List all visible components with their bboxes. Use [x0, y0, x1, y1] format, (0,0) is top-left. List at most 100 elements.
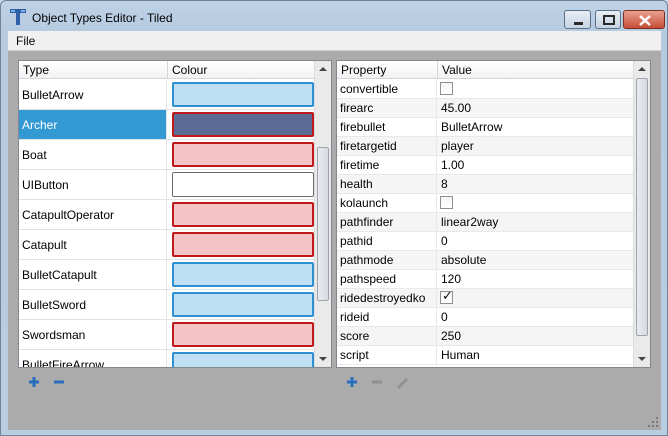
type-name[interactable]: BulletCatapult [19, 260, 167, 289]
property-name: kolaunch [337, 194, 437, 212]
type-row[interactable]: Archer [19, 110, 315, 140]
property-value[interactable]: absolute [438, 251, 635, 269]
type-row[interactable]: BulletSword [19, 290, 315, 320]
type-row[interactable]: BulletFireArrow [19, 350, 315, 367]
property-name: firetargetid [337, 137, 437, 155]
property-row[interactable]: pathid 0 [337, 232, 635, 251]
property-name: convertible [337, 80, 437, 98]
property-row[interactable]: firetargetid player [337, 137, 635, 156]
colour-swatch-button[interactable] [172, 172, 314, 197]
property-value-checkbox[interactable] [440, 289, 453, 304]
colour-swatch-button[interactable] [172, 352, 314, 367]
colour-swatch-button[interactable] [172, 142, 314, 167]
property-value[interactable]: 120 [438, 270, 635, 288]
menu-bar: File [8, 31, 661, 51]
type-row[interactable]: BulletArrow [19, 80, 315, 110]
property-row[interactable]: firebullet BulletArrow [337, 118, 635, 137]
colour-swatch-button[interactable] [172, 232, 314, 257]
property-name: firearc [337, 99, 437, 117]
properties-vertical-scrollbar[interactable] [633, 61, 650, 367]
colour-swatch-button[interactable] [172, 292, 314, 317]
property-value[interactable]: 45.00 [438, 99, 635, 117]
property-name: pathid [337, 232, 437, 250]
type-row[interactable]: Catapult [19, 230, 315, 260]
property-value[interactable]: 250 [438, 327, 635, 345]
close-button[interactable] [623, 10, 665, 29]
colour-swatch-button[interactable] [172, 112, 314, 137]
window-title: Object Types Editor - Tiled [32, 11, 173, 25]
type-name[interactable]: Boat [19, 140, 167, 169]
property-name: pathmode [337, 251, 437, 269]
colour-swatch-button[interactable] [172, 202, 314, 227]
type-name[interactable]: Archer [19, 110, 167, 139]
property-row[interactable]: script Human [337, 346, 635, 365]
property-row[interactable]: rideid 0 [337, 308, 635, 327]
properties-scroll-thumb[interactable] [636, 78, 648, 336]
remove-type-button[interactable] [51, 374, 67, 390]
property-value[interactable]: BulletArrow [438, 118, 635, 136]
maximize-icon [603, 15, 615, 25]
rename-property-button [397, 378, 408, 389]
maximize-button[interactable] [595, 10, 621, 29]
type-row[interactable]: UIButton [19, 170, 315, 200]
minimize-icon [574, 22, 583, 25]
colour-swatch-button[interactable] [172, 82, 314, 107]
property-row[interactable]: kolaunch [337, 194, 635, 213]
scroll-up-icon[interactable] [634, 61, 650, 77]
colour-column-header[interactable]: Colour [168, 61, 315, 79]
type-row[interactable]: BulletCatapult [19, 260, 315, 290]
type-row[interactable]: Boat [19, 140, 315, 170]
property-value[interactable]: Human [438, 346, 635, 364]
type-name[interactable]: Swordsman [19, 320, 167, 349]
property-row[interactable]: ridedestroyedko [337, 289, 635, 308]
menu-file[interactable]: File [16, 34, 35, 48]
property-name: score [337, 327, 437, 345]
scroll-down-icon[interactable] [315, 351, 331, 367]
colour-swatch-button[interactable] [172, 262, 314, 287]
types-table-header: Type Colour [19, 61, 315, 79]
colour-swatch-button[interactable] [172, 322, 314, 347]
property-value-checkbox[interactable] [440, 196, 453, 209]
type-name[interactable]: UIButton [19, 170, 167, 199]
types-scroll-thumb[interactable] [317, 147, 329, 301]
add-type-button[interactable] [26, 374, 42, 390]
property-value[interactable]: 8 [438, 175, 635, 193]
property-value[interactable]: player [438, 137, 635, 155]
property-value[interactable]: 1.00 [438, 156, 635, 174]
types-vertical-scrollbar[interactable] [314, 61, 331, 367]
scroll-down-icon[interactable] [634, 351, 650, 367]
property-value[interactable]: 0 [438, 308, 635, 326]
type-name[interactable]: BulletFireArrow [19, 350, 167, 367]
property-value[interactable]: 0 [438, 232, 635, 250]
type-name[interactable]: BulletArrow [19, 80, 167, 109]
title-bar[interactable]: Object Types Editor - Tiled [1, 1, 667, 31]
property-value[interactable]: linear2way [438, 213, 635, 231]
scroll-up-icon[interactable] [315, 61, 331, 77]
remove-property-button [372, 380, 382, 384]
type-name[interactable]: BulletSword [19, 290, 167, 319]
property-row[interactable]: pathfinder linear2way [337, 213, 635, 232]
minimize-button[interactable] [564, 10, 591, 29]
property-row[interactable]: pathmode absolute [337, 251, 635, 270]
property-row[interactable]: pathspeed 120 [337, 270, 635, 289]
value-column-header[interactable]: Value [438, 61, 635, 79]
property-column-header[interactable]: Property [337, 61, 438, 79]
type-row[interactable]: Swordsman [19, 320, 315, 350]
property-value-checkbox[interactable] [440, 82, 453, 95]
property-row[interactable]: health 8 [337, 175, 635, 194]
add-property-button[interactable] [344, 374, 360, 390]
property-row[interactable]: firetime 1.00 [337, 156, 635, 175]
property-name: ridedestroyedko [337, 289, 437, 307]
properties-table: Property Value convertible firearc 45.00 fi… [336, 60, 651, 368]
resize-grip-icon[interactable] [647, 416, 659, 428]
type-name[interactable]: CatapultOperator [19, 200, 167, 229]
property-row[interactable]: firearc 45.00 [337, 99, 635, 118]
object-types-table: Type Colour BulletArrow Archer Boat UIButto… [18, 60, 332, 368]
type-column-header[interactable]: Type [19, 61, 168, 79]
close-icon [639, 15, 651, 26]
type-row[interactable]: CatapultOperator [19, 200, 315, 230]
property-row[interactable]: score 250 [337, 327, 635, 346]
type-name[interactable]: Catapult [19, 230, 167, 259]
object-types-editor-window: Object Types Editor - Tiled File Type Co… [0, 0, 668, 436]
property-row[interactable]: convertible [337, 80, 635, 99]
